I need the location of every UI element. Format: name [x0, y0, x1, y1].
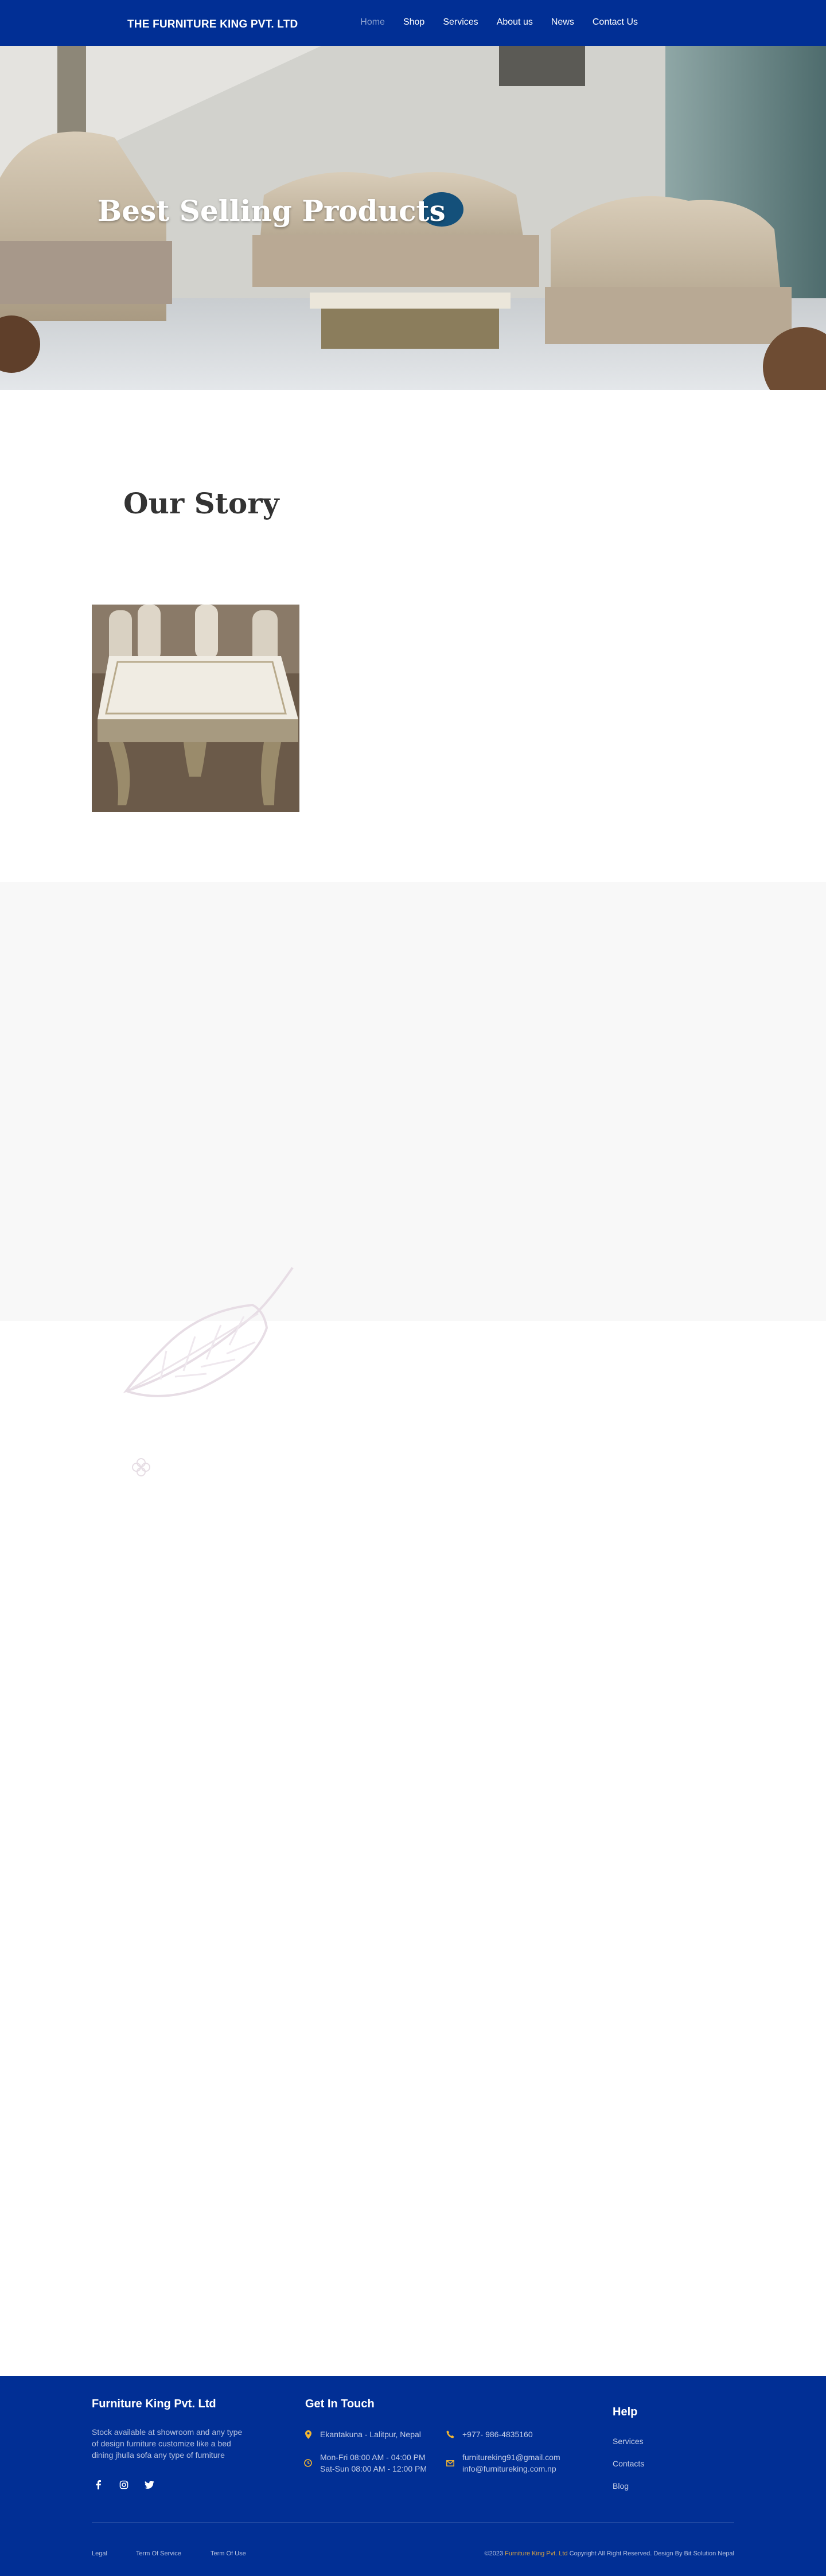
- dining-table-image: [92, 605, 299, 812]
- footer-email: furnitureking91@gmail.com info@furniture…: [446, 2452, 560, 2474]
- footer-company-title: Furniture King Pvt. Ltd: [92, 2398, 216, 2410]
- brand-logo-text[interactable]: THE FURNITURE KING PVT. LTD: [127, 18, 298, 31]
- footer-divider: [92, 2522, 734, 2523]
- content-section: [0, 882, 826, 1321]
- nav-shop[interactable]: Shop: [403, 17, 424, 28]
- footer-phone[interactable]: +977- 986-4835160: [446, 2429, 533, 2440]
- footer-link-terms-of-use[interactable]: Term Of Use: [211, 2550, 246, 2557]
- leaf-decoration-icon: [123, 1266, 294, 1397]
- nav-about[interactable]: About us: [497, 17, 533, 28]
- phone-icon: [446, 2429, 454, 2440]
- help-link-services[interactable]: Services: [613, 2437, 644, 2446]
- facebook-icon[interactable]: [92, 2478, 106, 2492]
- phone-text[interactable]: +977- 986-4835160: [462, 2429, 533, 2440]
- site-header: THE FURNITURE KING PVT. LTD Home Shop Se…: [0, 0, 826, 46]
- nav-home[interactable]: Home: [360, 17, 385, 28]
- footer-address: Ekantakuna - Lalitpur, Nepal: [304, 2429, 421, 2440]
- twitter-icon[interactable]: [142, 2478, 156, 2492]
- hero-title: Best Selling Products: [98, 194, 446, 228]
- copyright-company-link[interactable]: Furniture King Pvt. Ltd: [505, 2550, 567, 2557]
- envelope-icon: [446, 2452, 454, 2474]
- nav-news[interactable]: News: [551, 17, 574, 28]
- email-primary[interactable]: furnitureking91@gmail.com: [462, 2452, 560, 2463]
- help-link-contacts[interactable]: Contacts: [613, 2459, 644, 2468]
- location-pin-icon: [304, 2429, 312, 2440]
- nav-services[interactable]: Services: [443, 17, 478, 28]
- footer-link-terms-of-service[interactable]: Term Of Service: [136, 2550, 181, 2557]
- help-link-blog[interactable]: Blog: [613, 2481, 629, 2491]
- social-links: [92, 2478, 156, 2492]
- footer-contact-title: Get In Touch: [305, 2398, 375, 2410]
- weekend-hours: Sat-Sun 08:00 AM - 12:00 PM: [320, 2464, 427, 2473]
- copyright-text: ©2023 Furniture King Pvt. Ltd Copyright …: [484, 2550, 734, 2557]
- weekday-hours: Mon-Fri 08:00 AM - 04:00 PM: [320, 2453, 426, 2462]
- footer-help-title: Help: [613, 2406, 638, 2418]
- footer-hours: Mon-Fri 08:00 AM - 04:00 PM Sat-Sun 08:0…: [304, 2452, 427, 2474]
- copyright-prefix: ©2023: [484, 2550, 505, 2557]
- address-text: Ekantakuna - Lalitpur, Nepal: [320, 2430, 421, 2439]
- footer-company-description: Stock available at showroom and any type…: [92, 2427, 243, 2460]
- email-secondary[interactable]: info@furnitureking.com.np: [462, 2463, 560, 2474]
- clock-icon: [304, 2452, 312, 2474]
- nav-contact[interactable]: Contact Us: [593, 17, 638, 28]
- copyright-suffix: Copyright All Right Reserved. Design By …: [567, 2550, 734, 2557]
- main-nav: Home Shop Services About us News Contact…: [360, 17, 638, 28]
- site-footer: Furniture King Pvt. Ltd Stock available …: [0, 2376, 826, 2576]
- instagram-icon[interactable]: [117, 2478, 131, 2492]
- hero-banner: Best Selling Products: [0, 46, 826, 390]
- footer-link-legal[interactable]: Legal: [92, 2550, 107, 2557]
- flower-decoration-icon: [132, 1458, 150, 1476]
- our-story-heading: Our Story: [123, 486, 279, 520]
